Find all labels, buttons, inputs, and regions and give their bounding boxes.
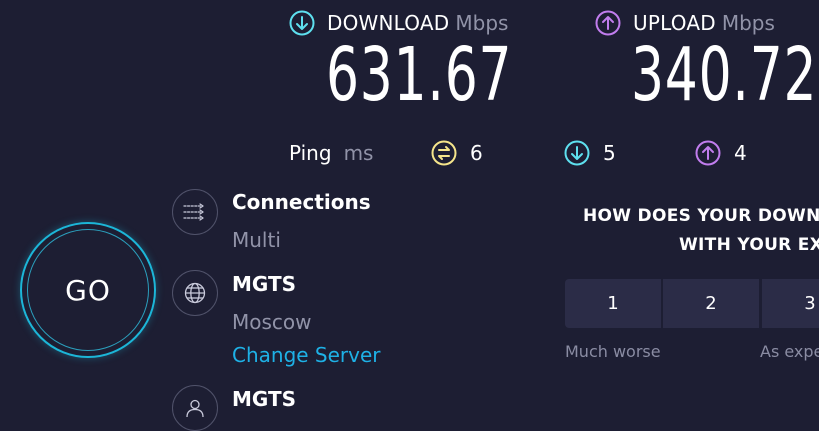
rating-option-1[interactable]: 1 <box>565 279 661 328</box>
ping-idle: 6 <box>431 139 483 167</box>
idle-ping-icon <box>431 140 457 166</box>
user-icon <box>172 385 218 431</box>
ping-download: 5 <box>564 139 616 167</box>
server-location: Moscow <box>232 310 312 334</box>
rating-low-label: Much worse <box>565 342 661 361</box>
arrow-down-circle-icon <box>289 10 315 36</box>
rating-mid-label: As expe <box>760 342 819 361</box>
ping-upload-value: 4 <box>734 141 747 165</box>
ping-label: Ping <box>289 141 332 165</box>
rating-option-2[interactable]: 2 <box>663 279 759 328</box>
go-button-label: GO <box>27 229 149 351</box>
connections-icon <box>172 189 218 235</box>
change-server-link[interactable]: Change Server <box>232 343 381 367</box>
rating-option-3[interactable]: 3 <box>762 279 819 328</box>
go-button[interactable]: GO <box>20 222 156 358</box>
survey-question-line1: HOW DOES YOUR DOWN <box>583 206 819 226</box>
connections-value: Multi <box>232 228 281 252</box>
upload-value: 340.72 <box>631 32 818 118</box>
download-value: 631.67 <box>326 32 513 118</box>
provider-title: MGTS <box>232 387 297 411</box>
ping-label-group: Ping ms <box>289 139 373 167</box>
ping-upload: 4 <box>695 139 747 167</box>
ping-unit: ms <box>343 141 374 165</box>
connections-title: Connections <box>232 190 371 214</box>
globe-icon <box>172 270 218 316</box>
ping-download-value: 5 <box>603 141 616 165</box>
arrow-up-circle-icon <box>695 140 721 166</box>
ping-idle-value: 6 <box>470 141 483 165</box>
arrow-down-circle-icon <box>564 140 590 166</box>
arrow-up-circle-icon <box>595 10 621 36</box>
survey-question-line2: WITH YOUR EX <box>679 235 819 255</box>
server-title: MGTS <box>232 272 297 296</box>
